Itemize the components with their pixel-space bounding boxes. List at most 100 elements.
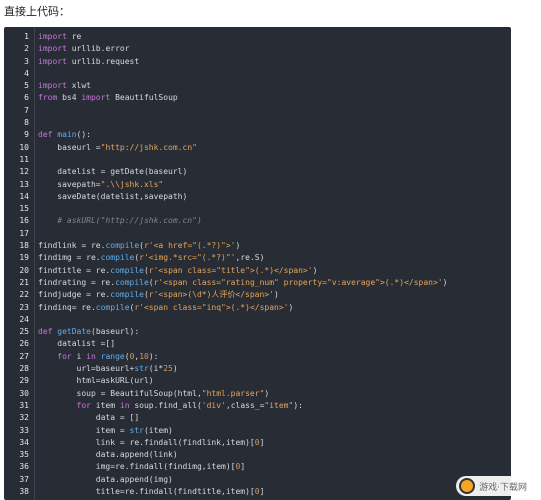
code-token: ): <box>293 400 303 410</box>
code-token: findimg = re. <box>38 253 101 263</box>
code-token: ) <box>442 277 448 287</box>
code-line: 7 <box>4 105 511 117</box>
code-text: import urllib.error <box>38 43 130 55</box>
line-number: 7 <box>24 105 29 115</box>
line-number: 11 <box>19 154 29 164</box>
code-line: 12 datelist = getDate(baseurl) <box>4 166 511 178</box>
code-token: r'<a href="(.*?)">' <box>143 241 236 251</box>
code-token: def <box>38 130 53 140</box>
line-number: 34 <box>19 437 29 447</box>
code-line: 23 findinq= re.compile(r'<span class="inq… <box>4 302 511 314</box>
line-number: 29 <box>19 376 29 386</box>
line-number: 18 <box>19 241 29 251</box>
code-token: in <box>86 351 96 361</box>
code-token: ) <box>264 388 270 398</box>
code-token: ] <box>259 437 265 447</box>
code-token: baseurl = <box>38 142 101 152</box>
code-text: def getDate(baseurl): <box>38 326 139 338</box>
code-line: 25 def getDate(baseurl): <box>4 326 511 338</box>
code-text: findimg = re.compile(r'<img.*src="(.*?)"… <box>38 252 264 264</box>
code-line: 24 <box>4 314 511 326</box>
line-number: 22 <box>19 290 29 300</box>
code-token: ".\\jshk.xls" <box>100 179 164 189</box>
code-token: ) <box>288 302 294 312</box>
code-text: for i in range(0,10): <box>38 351 158 363</box>
code-token: 10 <box>139 351 149 361</box>
code-line: 37 data.append(img) <box>4 474 511 486</box>
code-line: 32 data = [] <box>4 412 511 424</box>
code-token: item = <box>38 425 130 435</box>
code-line: 30 soup = BeautifulSoup(html,"html.parse… <box>4 388 511 400</box>
code-line: 10 baseurl ="http://jshk.com.cn" <box>4 142 511 154</box>
code-token: import <box>38 32 67 41</box>
code-token: "http://jshk.com.cn" <box>100 142 197 152</box>
code-line: 20 findtitle = re.compile(r'<span class="… <box>4 265 511 277</box>
line-number: 36 <box>19 462 29 472</box>
code-token: compile <box>110 290 144 300</box>
code-token: data = [] <box>38 413 140 423</box>
code-text: import re <box>38 31 81 43</box>
code-line: 11 <box>4 154 511 166</box>
code-line: 1 import re <box>4 31 511 43</box>
code-token: str <box>129 425 144 435</box>
code-token: bs4 <box>57 93 82 103</box>
line-number: 30 <box>19 388 29 398</box>
code-token: import <box>81 93 111 103</box>
code-token: ) <box>273 290 279 300</box>
code-line: 19 findimg = re.compile(r'<img.*src="(.*?… <box>4 252 511 264</box>
line-number: 25 <box>19 327 29 337</box>
code-line: 13 savepath=".\\jshk.xls" <box>4 179 511 191</box>
code-text: link = re.findall(findlink,item)[0] <box>38 437 265 449</box>
code-token: findjudge = re. <box>38 290 111 300</box>
code-token: compile <box>100 253 135 263</box>
code-token: urllib.error <box>66 44 130 54</box>
code-line: 2 import urllib.error <box>4 43 511 55</box>
site-watermark: 游戏·下载网 <box>456 476 535 496</box>
code-line: 33 item = str(item) <box>4 425 511 437</box>
code-token: title=re.findall(findtitle,item)[ <box>38 486 255 496</box>
watermark-text: 游戏·下载网 <box>479 482 527 493</box>
code-text: import xlwt <box>38 80 91 92</box>
code-token: range <box>100 351 125 361</box>
line-number: 37 <box>19 474 29 484</box>
code-token: for <box>57 351 72 361</box>
code-line: 15 <box>4 203 511 215</box>
line-number: 1 <box>24 32 29 41</box>
code-token: str <box>134 364 149 374</box>
code-token: i <box>71 351 87 361</box>
code-token: 25 <box>163 364 173 374</box>
code-token: in <box>119 400 130 410</box>
code-token: (item) <box>143 425 173 435</box>
line-number: 32 <box>19 413 29 423</box>
line-number: 35 <box>19 450 29 460</box>
line-number: 19 <box>19 253 29 263</box>
code-token: soup = BeautifulSoup(html, <box>38 388 202 398</box>
code-token: data.append(link) <box>38 450 178 460</box>
code-token: urllib.request <box>66 56 140 66</box>
line-number: 38 <box>19 486 29 496</box>
code-token: ) <box>172 364 178 374</box>
code-token: compile <box>105 241 140 251</box>
line-number: 31 <box>19 400 29 410</box>
code-token: import <box>38 81 67 91</box>
code-text: findtitle = re.compile(r'<span class="ti… <box>38 265 317 277</box>
code-line: 31 for item in soup.find_all('div',class… <box>4 400 511 412</box>
code-token: def <box>38 327 53 337</box>
code-token: datelist = getDate(baseurl) <box>38 167 188 177</box>
line-number: 21 <box>19 277 29 287</box>
code-token: findrating = re. <box>38 277 116 287</box>
code-block[interactable]: 1 import re 2 import urllib.error 3 import ur… <box>4 27 511 500</box>
code-text: from bs4 import BeautifulSoup <box>38 92 178 104</box>
line-number: 12 <box>19 167 29 177</box>
code-line: 26 datalist =[] <box>4 338 511 350</box>
line-number: 26 <box>19 339 29 349</box>
code-line: 28 url=baseurl+str(i*25) <box>4 363 511 375</box>
code-token: datalist =[] <box>38 339 116 349</box>
code-token: img=re.findall(findimg,item)[ <box>38 462 236 472</box>
code-token: (i* <box>148 364 164 374</box>
code-token: 'div' <box>201 400 226 410</box>
code-token: for <box>76 400 91 410</box>
code-line: 17 <box>4 228 511 240</box>
code-line: 27 for i in range(0,10): <box>4 351 511 363</box>
